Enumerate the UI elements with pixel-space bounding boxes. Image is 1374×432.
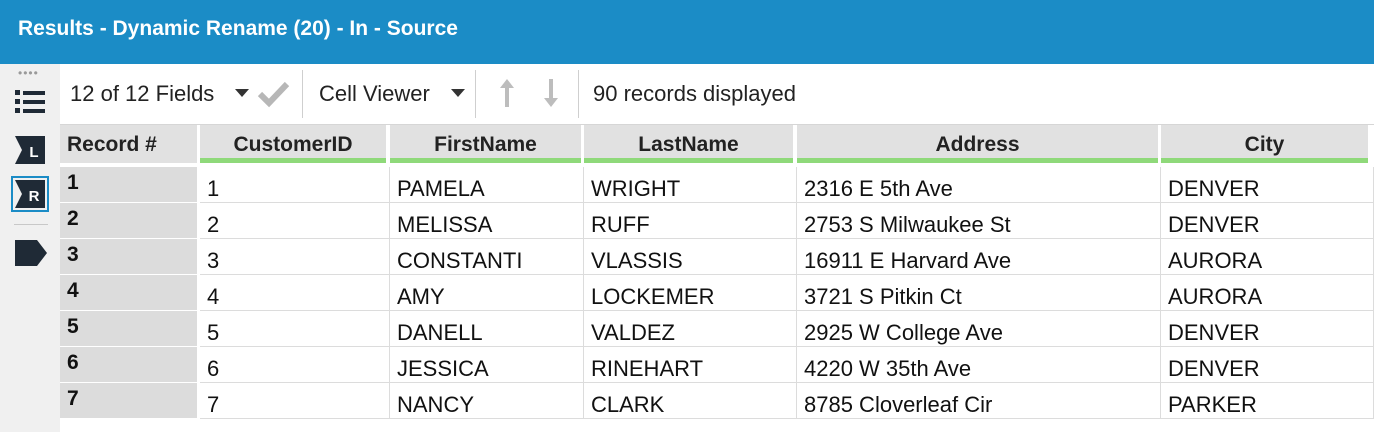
record-number-cell[interactable]: 5 bbox=[60, 311, 197, 347]
table-row[interactable]: 2 2 MELISSA RUFF 2753 S Milwaukee St DENVER bbox=[60, 203, 1374, 239]
fields-dropdown[interactable]: 12 of 12 Fields bbox=[70, 81, 214, 107]
table-cell[interactable]: MELISSA bbox=[390, 203, 584, 239]
fields-dropdown-chevron-icon[interactable] bbox=[235, 89, 249, 97]
table-cell[interactable]: RUFF bbox=[584, 203, 797, 239]
right-input-anchor-icon[interactable]: R bbox=[15, 180, 47, 208]
left-input-anchor-icon[interactable]: L bbox=[15, 136, 47, 164]
table-cell[interactable]: CLARK bbox=[584, 383, 797, 419]
record-number-cell[interactable]: 1 bbox=[60, 167, 197, 203]
column-header-firstname[interactable]: FirstName bbox=[390, 125, 581, 163]
table-cell[interactable]: VLASSIS bbox=[584, 239, 797, 275]
table-cell[interactable]: DANELL bbox=[390, 311, 584, 347]
record-number-cell[interactable]: 4 bbox=[60, 275, 197, 311]
table-cell[interactable]: 2925 W College Ave bbox=[797, 311, 1161, 347]
table-cell[interactable]: DENVER bbox=[1161, 311, 1374, 347]
cell-viewer-dropdown[interactable]: Cell Viewer bbox=[319, 81, 430, 107]
table-cell[interactable]: DENVER bbox=[1161, 203, 1374, 239]
table-cell[interactable]: WRIGHT bbox=[584, 167, 797, 203]
table-cell[interactable]: 2 bbox=[200, 203, 390, 239]
table-cell[interactable]: 3721 S Pitkin Ct bbox=[797, 275, 1161, 311]
table-cell[interactable]: 4220 W 35th Ave bbox=[797, 347, 1161, 383]
column-header-city[interactable]: City bbox=[1161, 125, 1368, 163]
table-cell[interactable]: 8785 Cloverleaf Cir bbox=[797, 383, 1161, 419]
results-title-bar: Results - Dynamic Rename (20) - In - Sou… bbox=[0, 0, 1374, 64]
table-row[interactable]: 5 5 DANELL VALDEZ 2925 W College Ave DENVER bbox=[60, 311, 1374, 347]
table-cell[interactable]: AURORA bbox=[1161, 275, 1374, 311]
table-cell[interactable]: 5 bbox=[200, 311, 390, 347]
record-number-cell[interactable]: 6 bbox=[60, 347, 197, 383]
record-number-header: Record # bbox=[60, 125, 197, 163]
table-row[interactable]: 4 4 AMY LOCKEMER 3721 S Pitkin Ct AURORA bbox=[60, 275, 1374, 311]
column-header-customerid[interactable]: CustomerID bbox=[200, 125, 386, 163]
results-toolbar: 12 of 12 Fields Cell Viewer 90 records d… bbox=[60, 64, 1374, 125]
table-cell[interactable]: 4 bbox=[200, 275, 390, 311]
table-cell[interactable]: CONSTANTI bbox=[390, 239, 584, 275]
list-view-icon[interactable] bbox=[15, 88, 47, 116]
table-row[interactable]: 1 1 PAMELA WRIGHT 2316 E 5th Ave DENVER bbox=[60, 167, 1374, 203]
cell-viewer-chevron-icon[interactable] bbox=[451, 89, 465, 97]
table-cell[interactable]: 2316 E 5th Ave bbox=[797, 167, 1161, 203]
table-row[interactable]: 3 3 CONSTANTI VLASSIS 16911 E Harvard Ave AUR… bbox=[60, 239, 1374, 275]
arrow-down-icon[interactable] bbox=[540, 77, 562, 109]
toolbar-separator bbox=[578, 70, 579, 118]
table-row[interactable]: 7 7 NANCY CLARK 8785 Cloverleaf Cir PARKER bbox=[60, 383, 1374, 419]
table-cell[interactable]: 3 bbox=[200, 239, 390, 275]
toolbar-separator bbox=[302, 70, 303, 118]
record-number-cell[interactable]: 3 bbox=[60, 239, 197, 275]
tag-icon[interactable] bbox=[15, 238, 49, 268]
arrow-up-icon[interactable] bbox=[496, 77, 518, 109]
grip-handle-icon[interactable]: •••• bbox=[18, 67, 39, 79]
column-header-address[interactable]: Address bbox=[797, 125, 1158, 163]
table-cell[interactable]: 6 bbox=[200, 347, 390, 383]
column-header-lastname[interactable]: LastName bbox=[584, 125, 793, 163]
left-rail: •••• L R bbox=[0, 64, 60, 432]
table-cell[interactable]: JESSICA bbox=[390, 347, 584, 383]
table-cell[interactable]: AURORA bbox=[1161, 239, 1374, 275]
window-title: Results - Dynamic Rename (20) - In - Sou… bbox=[18, 17, 458, 40]
table-cell[interactable]: LOCKEMER bbox=[584, 275, 797, 311]
checkmark-icon[interactable] bbox=[257, 80, 291, 108]
toolbar-separator bbox=[475, 70, 476, 118]
table-cell[interactable]: 2753 S Milwaukee St bbox=[797, 203, 1161, 239]
table-cell[interactable]: RINEHART bbox=[584, 347, 797, 383]
right-anchor-label: R bbox=[29, 188, 40, 205]
table-cell[interactable]: PAMELA bbox=[390, 167, 584, 203]
record-number-cell[interactable]: 7 bbox=[60, 383, 197, 419]
table-row[interactable]: 6 6 JESSICA RINEHART 4220 W 35th Ave DENVER bbox=[60, 347, 1374, 383]
record-number-cell[interactable]: 2 bbox=[60, 203, 197, 239]
table-cell[interactable]: PARKER bbox=[1161, 383, 1374, 419]
table-cell[interactable]: DENVER bbox=[1161, 347, 1374, 383]
table-cell[interactable]: 1 bbox=[200, 167, 390, 203]
table-cell[interactable]: NANCY bbox=[390, 383, 584, 419]
table-cell[interactable]: DENVER bbox=[1161, 167, 1374, 203]
table-cell[interactable]: 16911 E Harvard Ave bbox=[797, 239, 1161, 275]
table-cell[interactable]: VALDEZ bbox=[584, 311, 797, 347]
records-displayed-status: 90 records displayed bbox=[593, 81, 797, 106]
table-cell[interactable]: AMY bbox=[390, 275, 584, 311]
results-grid: Record # CustomerID FirstName LastName A… bbox=[60, 125, 1374, 432]
left-anchor-label: L bbox=[29, 144, 38, 161]
table-cell[interactable]: 7 bbox=[200, 383, 390, 419]
rail-divider bbox=[14, 224, 48, 225]
